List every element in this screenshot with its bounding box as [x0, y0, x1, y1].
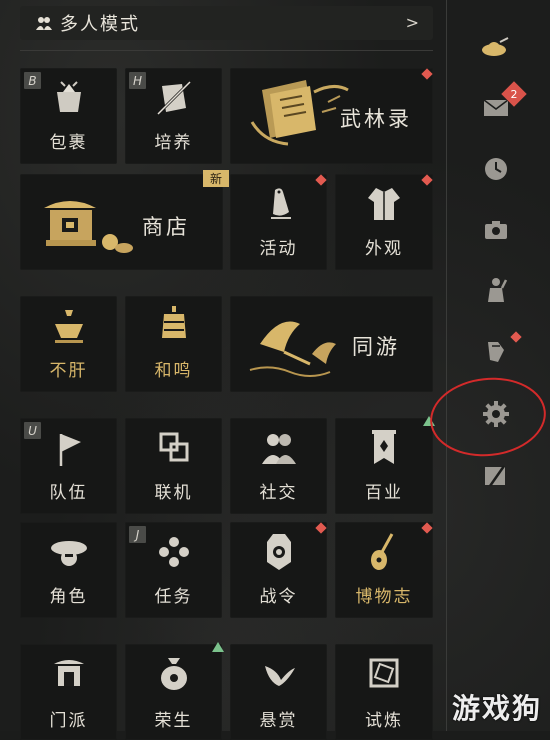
hotkey-badge: U — [24, 422, 41, 439]
lute-icon — [371, 533, 394, 570]
tile-wulinlu[interactable]: 武林录 — [230, 68, 433, 164]
tile-row6-1[interactable]: 门派 — [20, 644, 117, 740]
notification-dot — [315, 522, 327, 534]
flag-icon — [59, 434, 81, 466]
tile-label: 不肝 — [49, 361, 88, 381]
banner-icon — [372, 430, 396, 464]
tile-lianji[interactable]: 联机 — [125, 418, 222, 514]
bird-icon — [270, 188, 291, 219]
dove-icon — [264, 666, 295, 686]
tile-juese[interactable]: 角色 — [20, 522, 117, 618]
cultivate-icon — [156, 80, 191, 116]
multiplayer-icon — [36, 17, 52, 30]
tile-label: 外观 — [365, 239, 403, 259]
clock-icon[interactable] — [482, 155, 510, 183]
tile-label: 社交 — [259, 483, 298, 503]
hotkey-badge: J — [129, 526, 146, 543]
tile-label: 和鸣 — [154, 361, 193, 381]
tile-bugan[interactable]: 不肝 — [20, 296, 117, 392]
watermark: 游戏狗 — [451, 692, 542, 725]
tile-label: 培养 — [154, 133, 193, 153]
notification-dot — [421, 174, 433, 186]
people-icon — [261, 434, 296, 464]
tile-peiyang[interactable]: H 培养 — [125, 68, 222, 164]
multiplayer-mode-bar[interactable]: 多人模式 > — [20, 6, 433, 40]
tile-shangdian[interactable]: 商店 新 — [20, 170, 229, 270]
vortex-icon — [369, 658, 399, 688]
gesture-icon[interactable] — [482, 336, 510, 364]
pouch-icon — [160, 658, 187, 690]
bundle-icon — [56, 81, 81, 112]
character-icon[interactable] — [482, 276, 510, 304]
tile-label: 队伍 — [49, 483, 88, 503]
update-triangle — [212, 642, 224, 652]
tea-cup-icon — [54, 310, 83, 343]
shop-icon — [44, 201, 133, 253]
tile-bowuzhi[interactable]: 博物志 — [335, 522, 433, 618]
link-icon — [159, 432, 188, 462]
tile-label: 角色 — [49, 587, 88, 607]
tile-label: 包裹 — [49, 133, 88, 153]
tile-label: 同游 — [352, 335, 400, 359]
mail-count-text: 2 — [510, 87, 518, 101]
sidebar-divider — [446, 0, 447, 731]
multiplayer-mode-title: 多人模式 — [60, 14, 140, 35]
tile-label: 联机 — [154, 483, 193, 503]
robe-icon — [368, 188, 400, 220]
tile-shejiao[interactable]: 社交 — [230, 418, 327, 514]
exit-icon[interactable] — [482, 462, 510, 490]
tile-label: 门派 — [49, 711, 88, 731]
token-lantern-icon — [266, 534, 291, 570]
tile-baoguo[interactable]: B 包裹 — [20, 68, 117, 164]
scroll-record-icon — [250, 80, 349, 146]
tile-label: 武林录 — [340, 107, 412, 131]
tile-tongyou[interactable]: 同游 — [230, 296, 433, 392]
tile-label: 悬赏 — [259, 711, 298, 731]
tile-row6-2[interactable]: 荣生 — [125, 642, 224, 740]
tile-waiguan[interactable]: 外观 — [335, 174, 433, 270]
cranes-icon — [249, 321, 336, 377]
tile-label: 任务 — [154, 587, 193, 607]
hotkey-badge: H — [129, 72, 146, 89]
new-badge: 新 — [203, 170, 229, 187]
tile-duiwu[interactable]: U 队伍 — [20, 418, 117, 514]
bell-icon — [161, 306, 186, 338]
hotkey-badge: B — [24, 72, 41, 89]
tile-label: 荣生 — [154, 711, 193, 731]
tile-label: 商店 — [142, 215, 190, 239]
tile-zhanling[interactable]: 战令 — [230, 522, 327, 618]
tile-row6-4[interactable]: 试炼 — [335, 644, 433, 740]
notification-dot — [421, 522, 433, 534]
hat-icon[interactable] — [480, 34, 512, 62]
gate-icon — [53, 660, 84, 686]
notification-dot — [315, 174, 327, 186]
tile-label: 活动 — [259, 239, 298, 259]
tile-baiye[interactable]: 百业 — [335, 416, 435, 514]
tile-row6-3[interactable]: 悬赏 — [230, 644, 327, 740]
tile-huodong[interactable]: 活动 — [230, 174, 327, 270]
hat-mask-icon — [50, 541, 87, 566]
notification-dot — [421, 68, 433, 80]
tile-label: 试炼 — [365, 711, 403, 731]
header-divider — [20, 50, 433, 51]
tile-label: 百业 — [365, 483, 403, 503]
tile-heming[interactable]: 和鸣 — [125, 296, 222, 392]
camera-icon[interactable] — [482, 216, 510, 244]
tile-label: 战令 — [259, 587, 298, 607]
quest-flower-icon — [158, 537, 189, 567]
tile-label: 博物志 — [355, 587, 413, 607]
tile-renwu[interactable]: J 任务 — [125, 522, 222, 618]
chevron-right-icon: > — [405, 13, 419, 32]
